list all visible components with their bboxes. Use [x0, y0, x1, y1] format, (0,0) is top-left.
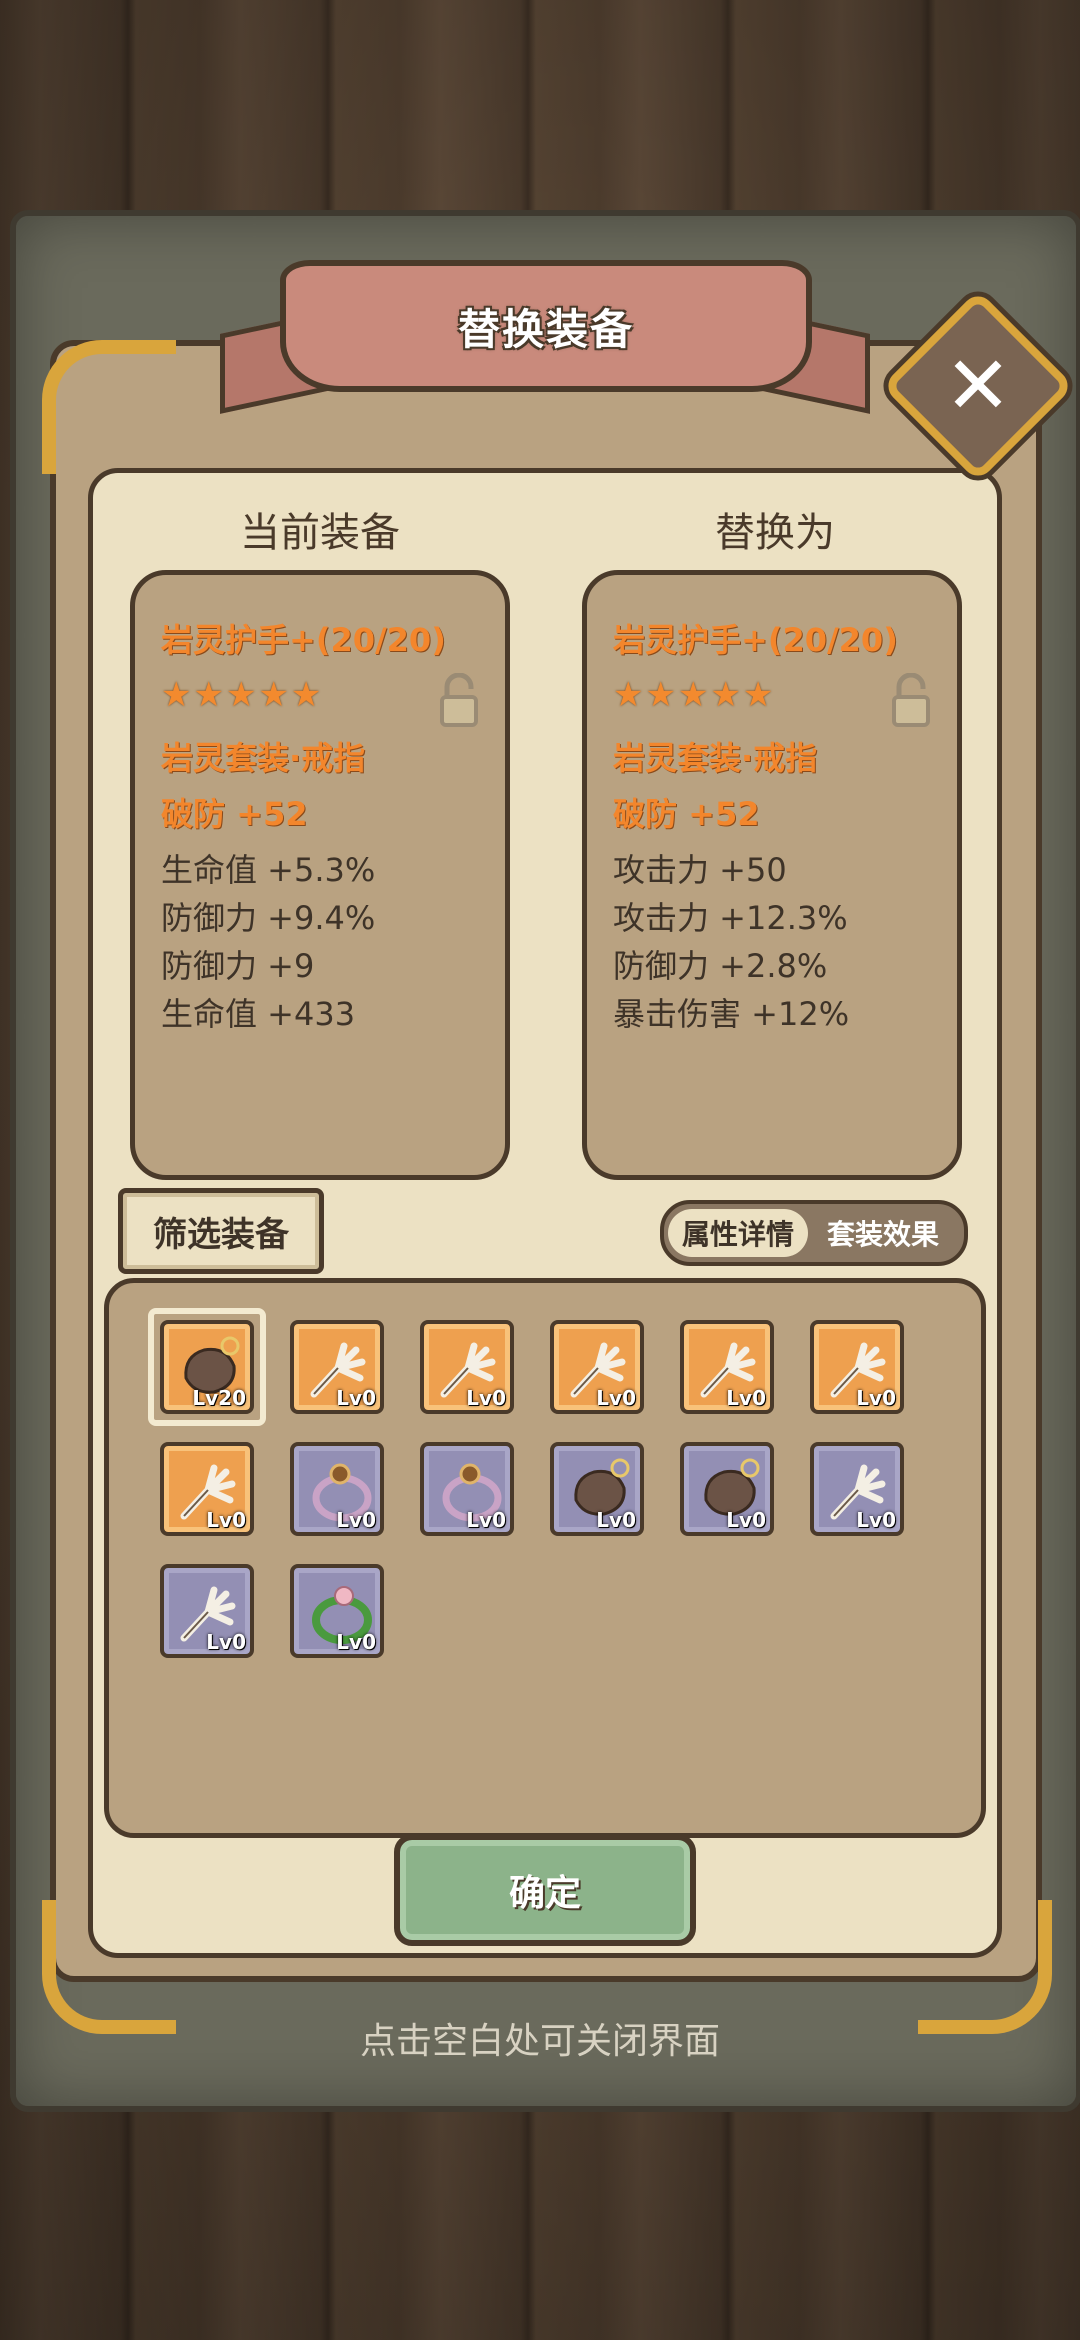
- item-level: Lv0: [856, 1386, 896, 1410]
- inventory-slot[interactable]: Lv0: [550, 1320, 644, 1414]
- title-ribbon: 替换装备: [280, 260, 812, 392]
- inventory-slot[interactable]: Lv0: [160, 1564, 254, 1658]
- item-name: 岩灵护手+(20/20): [161, 621, 446, 659]
- main-stat: 破防 +52: [613, 795, 760, 833]
- lock-icon[interactable]: [439, 673, 479, 729]
- item-level: Lv0: [466, 1386, 506, 1410]
- inventory-slot[interactable]: Lv0: [420, 1442, 514, 1536]
- tab-set-effects[interactable]: 套装效果: [808, 1209, 958, 1257]
- lock-icon[interactable]: [891, 673, 931, 729]
- tab-attribute-details[interactable]: 属性详情: [668, 1209, 808, 1257]
- sub-stat: 攻击力 +12.3%: [613, 899, 848, 937]
- item-level: Lv0: [336, 1508, 376, 1532]
- set-name: 岩灵套装·戒指: [161, 739, 366, 777]
- filter-equipment-button[interactable]: 筛选装备: [118, 1188, 324, 1274]
- sub-stat: 防御力 +9: [161, 947, 315, 985]
- close-hint: 点击空白处可关闭界面: [359, 2021, 720, 2062]
- item-level: Lv0: [856, 1508, 896, 1532]
- sub-stat: 暴击伤害 +12%: [613, 995, 850, 1033]
- confirm-button[interactable]: 确定: [394, 1834, 696, 1946]
- item-level: Lv0: [206, 1630, 246, 1654]
- sub-stat: 防御力 +9.4%: [161, 899, 376, 937]
- item-name: 岩灵护手+(20/20): [613, 621, 898, 659]
- star-rating: ★★★★★: [161, 675, 324, 715]
- star-rating: ★★★★★: [613, 675, 776, 715]
- inventory-slot[interactable]: Lv0: [680, 1320, 774, 1414]
- item-level: Lv0: [726, 1386, 766, 1410]
- item-level: Lv0: [336, 1386, 376, 1410]
- item-level: Lv0: [466, 1508, 506, 1532]
- inventory-slot[interactable]: Lv0: [290, 1442, 384, 1536]
- current-equipment-heading: 当前装备: [240, 510, 400, 556]
- inventory-slot[interactable]: Lv0: [680, 1442, 774, 1536]
- item-level: Lv0: [596, 1508, 636, 1532]
- replace-item-stats: 岩灵护手+(20/20) ★★★★★ 岩灵套装·戒指 破防 +52 攻击力 +5…: [582, 570, 962, 1180]
- inventory-slot[interactable]: Lv0: [810, 1442, 904, 1536]
- sub-stat: 攻击力 +50: [613, 851, 787, 889]
- close-icon: ✕: [944, 339, 1012, 432]
- item-level: Lv0: [726, 1508, 766, 1532]
- item-level: Lv20: [192, 1386, 246, 1410]
- sub-stat: 生命值 +5.3%: [161, 851, 376, 889]
- replace-with-heading: 替换为: [715, 510, 835, 556]
- current-item-stats: 岩灵护手+(20/20) ★★★★★ 岩灵套装·戒指 破防 +52 生命值 +5…: [130, 570, 510, 1180]
- set-name: 岩灵套装·戒指: [613, 739, 818, 777]
- view-toggle[interactable]: 属性详情 套装效果: [660, 1200, 968, 1266]
- sub-stat: 防御力 +2.8%: [613, 947, 828, 985]
- inventory-slot[interactable]: Lv0: [550, 1442, 644, 1536]
- dialog-title: 替换装备: [457, 304, 634, 354]
- gold-corner-decoration: [42, 340, 176, 474]
- item-level: Lv0: [336, 1630, 376, 1654]
- inventory-slot[interactable]: Lv0: [420, 1320, 514, 1414]
- inventory-slot[interactable]: Lv0: [160, 1442, 254, 1536]
- inventory-slot[interactable]: Lv0: [290, 1564, 384, 1658]
- inventory-slot[interactable]: Lv0: [810, 1320, 904, 1414]
- sub-stat: 生命值 +433: [161, 995, 356, 1033]
- item-level: Lv0: [206, 1508, 246, 1532]
- main-stat: 破防 +52: [161, 795, 308, 833]
- inventory-slot[interactable]: Lv20: [160, 1320, 254, 1414]
- item-level: Lv0: [596, 1386, 636, 1410]
- inventory-slot[interactable]: Lv0: [290, 1320, 384, 1414]
